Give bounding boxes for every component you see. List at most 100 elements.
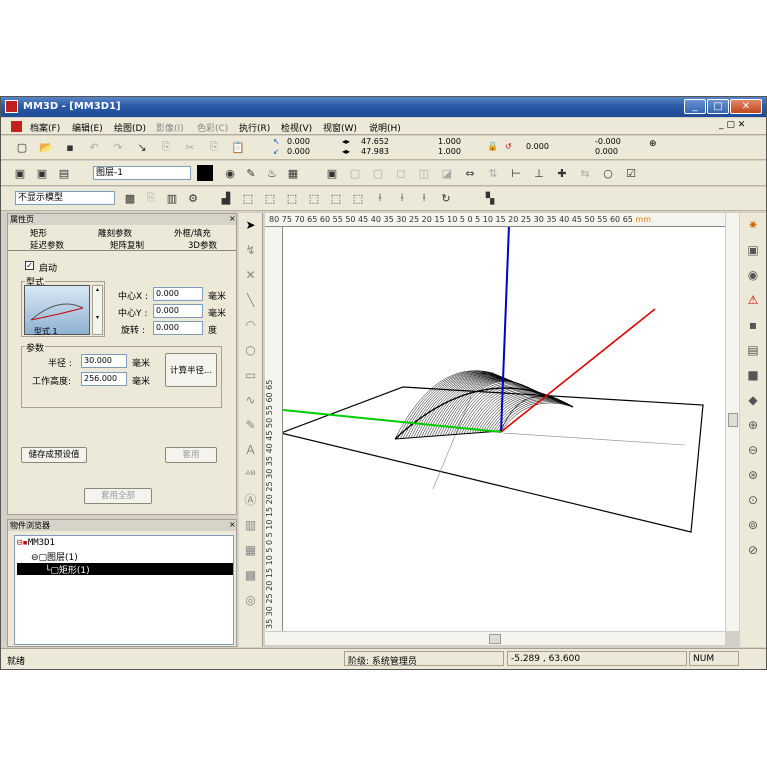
arc-icon[interactable]: ◠	[239, 313, 262, 338]
drawing-canvas[interactable]	[278, 224, 725, 631]
break-icon[interactable]: ◻	[392, 164, 410, 182]
save-icon[interactable]: ▪	[61, 138, 79, 156]
lock-icon[interactable]: 🔒	[487, 142, 498, 152]
sy-value[interactable]: 1.000	[438, 147, 461, 156]
zoom-out-icon[interactable]: ⊖	[740, 438, 766, 463]
node-edit-icon[interactable]: ↯	[239, 238, 262, 263]
cube-2-icon[interactable]: ⬚	[261, 189, 279, 207]
laser-icon[interactable]: ✷	[740, 213, 766, 238]
pencil-icon[interactable]: ✎	[242, 164, 260, 182]
cross-icon[interactable]: ✕	[239, 263, 262, 288]
menu-run[interactable]: 执行(R)	[239, 121, 270, 134]
zoom-fit-icon[interactable]: ⊛	[740, 463, 766, 488]
arrange-icon[interactable]: ▚	[481, 189, 499, 207]
freehand-icon[interactable]: ✎	[239, 413, 262, 438]
vectorize-icon[interactable]: ⎘	[142, 189, 160, 207]
menu-edit[interactable]: 编辑(E)	[72, 121, 103, 134]
ellipse-icon[interactable]: ○	[239, 338, 262, 363]
frame-run-icon[interactable]: ▤	[740, 338, 766, 363]
copy-icon[interactable]: ⎘	[205, 138, 223, 156]
apply-all-button[interactable]: 套用全部	[84, 488, 152, 504]
rotation-value[interactable]: 0.000	[526, 142, 549, 151]
grid-icon[interactable]: ▦	[239, 538, 262, 563]
text-icon[interactable]: A	[239, 438, 262, 463]
center-y-input[interactable]: 0.000	[153, 304, 203, 318]
refresh-icon[interactable]: ↻	[437, 189, 455, 207]
eye-icon[interactable]: ◉	[221, 164, 239, 182]
menu-color[interactable]: 色彩(C)	[197, 121, 228, 134]
curve-icon[interactable]: ∿	[239, 388, 262, 413]
import-engrave-icon[interactable]: ⚠	[740, 288, 766, 313]
weld-icon[interactable]: ◫	[415, 164, 433, 182]
trace-icon[interactable]: ▥	[163, 189, 181, 207]
select-arrow-icon[interactable]: ➤	[239, 213, 262, 238]
export-icon[interactable]: ⎘	[157, 138, 175, 156]
align-bottom-icon[interactable]: ⊥	[530, 164, 548, 182]
save-default-button[interactable]: 储存成预设值	[21, 447, 87, 463]
center-x-input[interactable]: 0.000	[153, 287, 203, 301]
mdi-controls[interactable]: _ ▢ ✕	[719, 120, 745, 130]
trim-icon[interactable]: ◪	[438, 164, 456, 182]
align-icon[interactable]: ⇔	[461, 164, 479, 182]
maximize-button[interactable]: □	[707, 99, 729, 114]
calc-radius-button[interactable]: 计算半径...	[165, 353, 217, 387]
x-value[interactable]: 0.000	[287, 137, 310, 146]
layer-manage-icon[interactable]: ▤	[55, 164, 73, 182]
import-icon[interactable]: ↘	[133, 138, 151, 156]
line-icon[interactable]: ╲	[239, 288, 262, 313]
menu-help[interactable]: 说明(H)	[369, 121, 401, 134]
layer-select[interactable]: 图层-1	[93, 166, 191, 180]
apply-button[interactable]: 套用	[165, 447, 217, 463]
properties-icon[interactable]: ☑	[622, 164, 640, 182]
machine-icon[interactable]: ▣	[740, 238, 766, 263]
sx-value[interactable]: 1.000	[438, 137, 461, 146]
enable-checkbox[interactable]: ✓	[25, 261, 34, 270]
cube-1-icon[interactable]: ⬚	[239, 189, 257, 207]
menu-file[interactable]: 档案(F)	[30, 121, 60, 134]
cube-6-icon[interactable]: ⬚	[349, 189, 367, 207]
layer-color-swatch[interactable]	[197, 165, 213, 181]
vertical-scroll-thumb[interactable]	[728, 413, 738, 427]
menu-image[interactable]: 影像(I)	[156, 121, 184, 134]
vertical-scrollbar[interactable]	[725, 213, 739, 631]
text-box-icon[interactable]: Ⓐ	[239, 488, 262, 513]
x-spin[interactable]: ◂▸	[342, 137, 350, 146]
horizontal-scroll-thumb[interactable]	[489, 634, 501, 644]
distribute-icon[interactable]: ⇅	[484, 164, 502, 182]
zoom-all-icon[interactable]: ⊚	[740, 513, 766, 538]
node-2-icon[interactable]: ⟊	[393, 189, 411, 207]
redo-icon[interactable]: ↷	[109, 138, 127, 156]
style-scrollbar[interactable]: ▴ ▾	[92, 285, 103, 335]
barcode-icon[interactable]: ▥	[239, 513, 262, 538]
align-center-icon[interactable]: ⊕	[649, 139, 657, 149]
h-value[interactable]: 47.983	[361, 147, 389, 156]
align-left-icon[interactable]: ⊢	[507, 164, 525, 182]
skew2-value[interactable]: 0.000	[595, 147, 618, 156]
mirror-icon[interactable]: ⇆	[576, 164, 594, 182]
undo-icon[interactable]: ↶	[85, 138, 103, 156]
tree-item-rectangle[interactable]: └▢矩形(1)	[17, 563, 233, 576]
height-input[interactable]: 256.000	[81, 372, 127, 386]
cube-5-icon[interactable]: ⬚	[327, 189, 345, 207]
tree-root[interactable]: ⊟▪MM3D1	[17, 538, 55, 548]
cube-4-icon[interactable]: ⬚	[305, 189, 323, 207]
ungroup-icon[interactable]: ▢	[346, 164, 364, 182]
menu-draw[interactable]: 绘图(D)	[114, 121, 146, 134]
browser-close-icon[interactable]: ×	[229, 520, 236, 529]
w-value[interactable]: 47.652	[361, 137, 389, 146]
rotation-input[interactable]: 0.000	[153, 321, 203, 335]
zoom-in-icon[interactable]: ⊕	[740, 413, 766, 438]
path-text-icon[interactable]: ᴬᴮ	[239, 463, 262, 488]
cut-icon[interactable]: ✂	[181, 138, 199, 156]
tree-layer[interactable]: ⊖▢图层(1)	[31, 550, 78, 563]
properties-close-icon[interactable]: ×	[229, 214, 236, 223]
paste-icon[interactable]: 📋	[229, 138, 247, 156]
zoom-prev-icon[interactable]: ⊘	[740, 538, 766, 563]
horizontal-scrollbar[interactable]	[265, 631, 725, 645]
open-folder-icon[interactable]: 📂	[37, 138, 55, 156]
chart-3d-icon[interactable]: ▟	[217, 189, 235, 207]
bitmap-icon[interactable]: ▩	[121, 189, 139, 207]
menu-window[interactable]: 视窗(W)	[323, 121, 357, 134]
layer-front-icon[interactable]: ▣	[11, 164, 29, 182]
matrix-icon[interactable]: ▩	[239, 563, 262, 588]
